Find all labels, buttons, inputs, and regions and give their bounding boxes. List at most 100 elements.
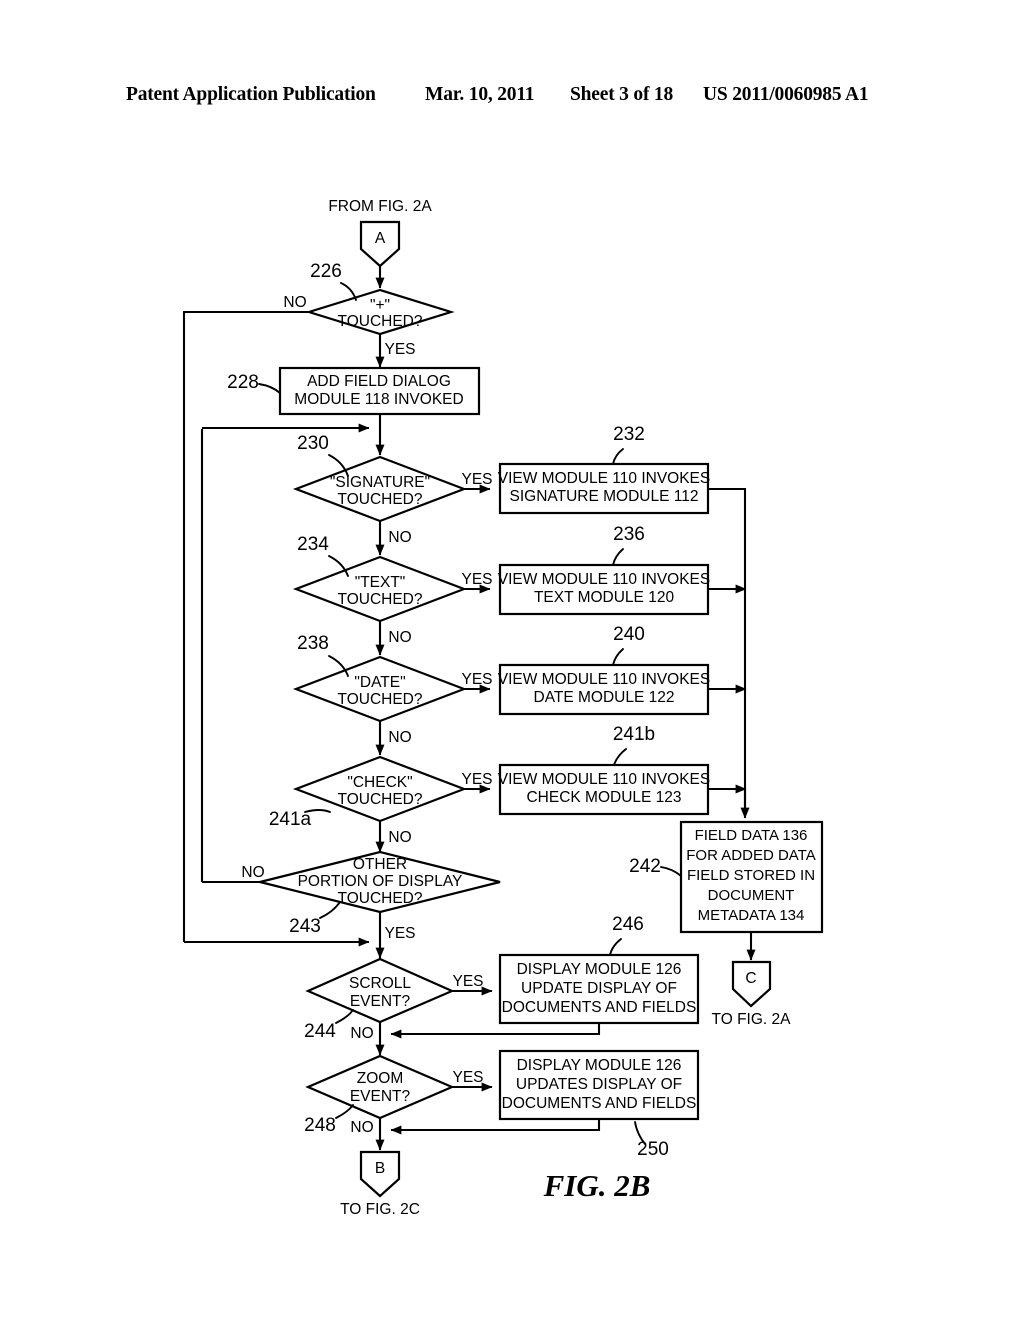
process-field-data-line4: DOCUMENT bbox=[708, 887, 795, 904]
ref-248: 248 bbox=[304, 1115, 336, 1136]
connector-a: FROM FIG. 2A A bbox=[328, 198, 432, 289]
decision-signature-line2: TOUCHED? bbox=[338, 491, 423, 508]
edge-label-signature-yes: YES bbox=[461, 471, 492, 488]
process-check-module-line2: CHECK MODULE 123 bbox=[526, 789, 681, 806]
leader-248 bbox=[335, 1104, 354, 1119]
decision-text-line2: TOUCHED? bbox=[338, 591, 423, 608]
decision-other-line3: TOUCHED? bbox=[338, 890, 423, 907]
edge-label-other-no: NO bbox=[241, 864, 264, 881]
process-signature-module-line2: SIGNATURE MODULE 112 bbox=[510, 488, 699, 505]
connector-b: B TO FIG. 2C bbox=[340, 1150, 420, 1218]
decision-plus-touched: "+" TOUCHED? 226 NO YES bbox=[283, 261, 455, 358]
leader-242 bbox=[660, 866, 682, 877]
process-scroll-display-line2: UPDATE DISPLAY OF bbox=[521, 980, 677, 997]
ref-232: 232 bbox=[613, 424, 645, 445]
edge-label-scroll-no: NO bbox=[350, 1025, 373, 1042]
edge-label-text-no: NO bbox=[388, 629, 411, 646]
ref-244: 244 bbox=[304, 1021, 336, 1042]
edge-label-text-yes: YES bbox=[461, 571, 492, 588]
decision-other-line2: PORTION OF DISPLAY bbox=[298, 873, 463, 890]
process-text-module-line2: TEXT MODULE 120 bbox=[534, 589, 675, 606]
ref-238: 238 bbox=[297, 633, 329, 654]
connector-b-letter: B bbox=[375, 1160, 385, 1177]
decision-scroll-event: SCROLL EVENT? 244 YES NO bbox=[304, 957, 484, 1042]
process-text-module: VIEW MODULE 110 INVOKES TEXT MODULE 120 … bbox=[498, 524, 710, 616]
process-scroll-display-line3: DOCUMENTS AND FIELDS bbox=[502, 999, 697, 1016]
connector-a-caption: FROM FIG. 2A bbox=[328, 198, 432, 215]
decision-zoom-shape bbox=[305, 1054, 455, 1120]
process-field-data-line1: FIELD DATA 136 bbox=[695, 827, 808, 844]
process-date-module: VIEW MODULE 110 INVOKES DATE MODULE 122 … bbox=[498, 624, 710, 716]
process-field-data-line2: FOR ADDED DATA bbox=[686, 847, 815, 864]
decision-other-portion-touched: OTHER PORTION OF DISPLAY TOUCHED? NO YES… bbox=[241, 850, 501, 942]
process-field-data-line5: METADATA 134 bbox=[698, 907, 805, 924]
process-signature-module-line1: VIEW MODULE 110 INVOKES bbox=[498, 470, 710, 487]
decision-date-line1: "DATE" bbox=[354, 674, 405, 691]
decision-zoom-event: ZOOM EVENT? 248 YES NO bbox=[304, 1054, 484, 1136]
process-field-data-line3: FIELD STORED IN bbox=[687, 867, 815, 884]
ref-226: 226 bbox=[310, 261, 342, 282]
edge-label-signature-no: NO bbox=[388, 529, 411, 546]
edge-label-zoom-no: NO bbox=[350, 1119, 373, 1136]
process-date-module-line1: VIEW MODULE 110 INVOKES bbox=[498, 671, 710, 688]
connector-c-caption: TO FIG. 2A bbox=[712, 1011, 792, 1028]
connector-c: C TO FIG. 2A bbox=[712, 960, 792, 1028]
edge-label-plus-no: NO bbox=[283, 294, 306, 311]
decision-scroll-line2: EVENT? bbox=[350, 993, 411, 1010]
process-zoom-display-line2: UPDATES DISPLAY OF bbox=[516, 1076, 682, 1093]
ref-230: 230 bbox=[297, 433, 329, 454]
leader-241b bbox=[613, 748, 627, 766]
process-field-data: FIELD DATA 136 FOR ADDED DATA FIELD STOR… bbox=[629, 820, 824, 934]
ref-246: 246 bbox=[612, 914, 644, 935]
decision-text-line1: "TEXT" bbox=[355, 574, 406, 591]
ref-242: 242 bbox=[629, 856, 661, 877]
leader-246 bbox=[609, 938, 622, 956]
edge-label-plus-yes: YES bbox=[384, 341, 415, 358]
process-add-field-dialog-line1: ADD FIELD DIALOG bbox=[307, 373, 451, 390]
figure-label: FIG. 2B bbox=[543, 1168, 651, 1203]
bus-from-signature bbox=[708, 487, 747, 812]
process-zoom-display-line1: DISPLAY MODULE 126 bbox=[517, 1057, 682, 1074]
decision-plus-line1: "+" bbox=[370, 297, 390, 314]
decision-check-line1: "CHECK" bbox=[347, 774, 412, 791]
leader-232 bbox=[612, 448, 624, 465]
leader-244 bbox=[335, 1009, 354, 1024]
ref-236: 236 bbox=[613, 524, 645, 545]
decision-text-touched: "TEXT" TOUCHED? 234 YES NO bbox=[292, 534, 493, 646]
ref-234: 234 bbox=[297, 534, 329, 555]
edge-label-other-yes: YES bbox=[384, 925, 415, 942]
decision-zoom-line1: ZOOM bbox=[357, 1070, 404, 1087]
edge-label-date-yes: YES bbox=[461, 671, 492, 688]
decision-signature-line1: "SIGNATURE" bbox=[330, 474, 430, 491]
decision-plus-line2: TOUCHED? bbox=[338, 313, 423, 330]
connector-a-letter: A bbox=[375, 230, 386, 247]
process-check-module: VIEW MODULE 110 INVOKES CHECK MODULE 123… bbox=[498, 724, 710, 816]
edge-label-zoom-yes: YES bbox=[452, 1069, 483, 1086]
edge-label-scroll-yes: YES bbox=[452, 973, 483, 990]
process-signature-module: VIEW MODULE 110 INVOKES SIGNATURE MODULE… bbox=[498, 424, 710, 515]
decision-date-line2: TOUCHED? bbox=[338, 691, 423, 708]
connector-c-letter: C bbox=[745, 970, 756, 987]
leader-228 bbox=[258, 383, 281, 394]
process-zoom-display-line3: DOCUMENTS AND FIELDS bbox=[502, 1095, 697, 1112]
process-text-module-line1: VIEW MODULE 110 INVOKES bbox=[498, 571, 710, 588]
process-add-field-dialog: ADD FIELD DIALOG MODULE 118 INVOKED 228 bbox=[227, 366, 481, 416]
decision-zoom-line2: EVENT? bbox=[350, 1088, 411, 1105]
edge-scroll-display-return bbox=[390, 1023, 601, 1039]
process-date-module-line2: DATE MODULE 122 bbox=[534, 689, 675, 706]
flowchart-diagram: FROM FIG. 2A A "+" TOUCHED? 226 NO YES A… bbox=[182, 198, 824, 1218]
decision-other-line1: OTHER bbox=[353, 856, 407, 873]
ref-250: 250 bbox=[637, 1139, 669, 1160]
decision-scroll-line1: SCROLL bbox=[349, 975, 411, 992]
edge-zoom-display-return bbox=[390, 1119, 601, 1135]
leader-243 bbox=[319, 901, 341, 919]
leader-241a bbox=[304, 809, 331, 813]
process-add-field-dialog-line2: MODULE 118 INVOKED bbox=[294, 391, 463, 408]
leader-236 bbox=[612, 548, 624, 566]
ref-241b: 241b bbox=[613, 724, 655, 745]
ref-243: 243 bbox=[289, 916, 321, 937]
edge-label-check-no: NO bbox=[388, 829, 411, 846]
decision-date-touched: "DATE" TOUCHED? 238 YES NO bbox=[292, 633, 493, 746]
process-scroll-display-line1: DISPLAY MODULE 126 bbox=[517, 961, 682, 978]
connector-b-caption: TO FIG. 2C bbox=[340, 1201, 420, 1218]
